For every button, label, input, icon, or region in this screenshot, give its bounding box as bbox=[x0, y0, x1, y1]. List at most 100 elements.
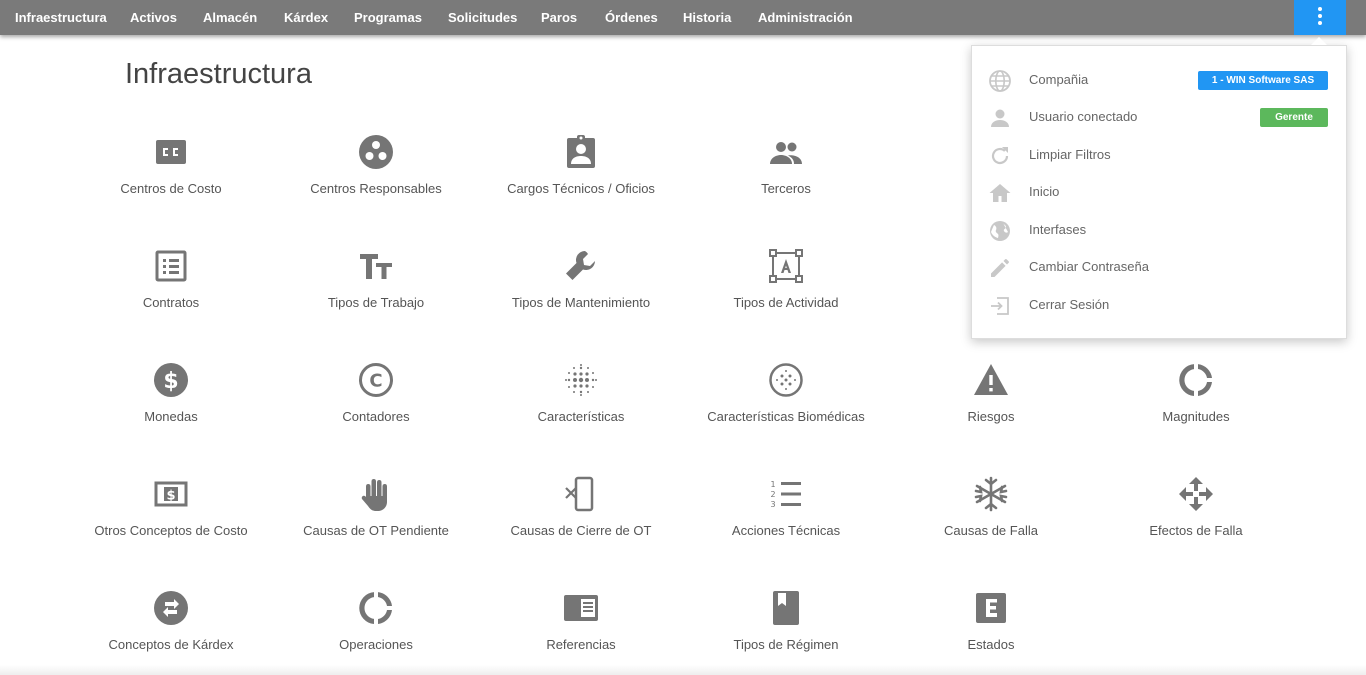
tile-label: Magnitudes bbox=[1162, 409, 1230, 424]
tile-tipos-de-trabajo[interactable]: Tipos de Trabajo bbox=[276, 238, 476, 328]
tile-centros-responsables[interactable]: Centros Responsables bbox=[276, 124, 476, 214]
home-icon bbox=[988, 181, 1012, 205]
tile-causas-de-falla[interactable]: Causas de Falla bbox=[891, 466, 1091, 556]
tile-tipos-de-regimen[interactable]: Tipos de Régimen bbox=[686, 580, 886, 670]
nav-item-activos[interactable]: Activos bbox=[130, 0, 177, 35]
list-alt-icon bbox=[153, 248, 189, 284]
menu-item-inicio[interactable]: Inicio bbox=[972, 174, 1346, 210]
menu-item-usuario-conectado[interactable]: Usuario conectado Gerente bbox=[972, 99, 1346, 135]
menu-item-label: Interfases bbox=[1029, 222, 1087, 237]
more-menu-button[interactable] bbox=[1294, 0, 1346, 35]
chrome-reader-icon bbox=[563, 590, 599, 626]
tile-label: Riesgos bbox=[967, 409, 1015, 424]
tile-causas-cierre-ot[interactable]: Causas de Cierre de OT bbox=[481, 466, 681, 556]
tile-label: Operaciones bbox=[339, 637, 413, 652]
public-icon bbox=[988, 219, 1012, 243]
tile-acciones-tecnicas[interactable]: 1 2 3 Acciones Técnicas bbox=[686, 466, 886, 556]
tile-cargos-tecnicos[interactable]: Cargos Técnicos / Oficios bbox=[481, 124, 681, 214]
tile-label: Tipos de Trabajo bbox=[327, 295, 425, 310]
move-arrows-icon bbox=[1178, 476, 1214, 512]
tile-label: Efectos de Falla bbox=[1149, 523, 1243, 538]
tile-caracteristicas[interactable]: Características bbox=[481, 352, 681, 442]
tile-label: Tipos de Actividad bbox=[733, 295, 839, 310]
tile-caracteristicas-biomedicas[interactable]: Características Biomédicas bbox=[686, 352, 886, 442]
hand-icon bbox=[358, 476, 394, 512]
tile-label: Causas de Falla bbox=[944, 523, 1038, 538]
wrench-icon bbox=[563, 248, 599, 284]
nav-item-historia[interactable]: Historia bbox=[683, 0, 731, 35]
menu-item-compania[interactable]: Compañia 1 - WIN Software SAS bbox=[972, 62, 1346, 98]
tile-efectos-de-falla[interactable]: Efectos de Falla bbox=[1096, 466, 1296, 556]
svg-text:$: $ bbox=[163, 369, 178, 394]
pencil-icon bbox=[988, 256, 1012, 280]
svg-text:$: $ bbox=[166, 489, 175, 504]
assignment-ind-icon bbox=[563, 134, 599, 170]
tile-label: Causas de Cierre de OT bbox=[510, 523, 652, 538]
logout-icon bbox=[988, 294, 1012, 318]
donut-icon bbox=[1178, 362, 1214, 398]
tile-monedas[interactable]: $ Monedas bbox=[71, 352, 271, 442]
nav-item-almacen[interactable]: Almacén bbox=[203, 0, 257, 35]
tile-terceros[interactable]: Terceros bbox=[686, 124, 886, 214]
menu-item-interfases[interactable]: Interfases bbox=[972, 212, 1346, 248]
nav-item-paros[interactable]: Paros bbox=[541, 0, 577, 35]
tile-estados[interactable]: Estados bbox=[891, 580, 1091, 670]
menu-item-label: Cerrar Sesión bbox=[1029, 297, 1110, 312]
bookmark-book-icon bbox=[768, 590, 804, 626]
dropdown-caret bbox=[1311, 37, 1327, 45]
tile-label: Centros de Costo bbox=[120, 181, 222, 196]
menu-item-limpiar-filtros[interactable]: Limpiar Filtros bbox=[972, 137, 1346, 173]
data-usage-icon bbox=[358, 590, 394, 626]
page-bottom-edge bbox=[0, 665, 1366, 675]
tile-label: Contadores bbox=[342, 409, 410, 424]
money-icon: $ bbox=[153, 476, 189, 512]
nav-item-solicitudes[interactable]: Solicitudes bbox=[448, 0, 517, 35]
svg-text:C: C bbox=[369, 371, 382, 392]
tile-label: Terceros bbox=[761, 181, 811, 196]
group-work-icon bbox=[358, 134, 394, 170]
blur-circular-icon bbox=[768, 362, 804, 398]
tile-magnitudes[interactable]: Magnitudes bbox=[1096, 352, 1296, 442]
refresh-icon bbox=[988, 144, 1012, 168]
menu-item-label: Usuario conectado bbox=[1029, 109, 1138, 124]
menu-item-cambiar-contrasena[interactable]: Cambiar Contraseña bbox=[972, 249, 1346, 285]
tile-operaciones[interactable]: Operaciones bbox=[276, 580, 476, 670]
tile-contratos[interactable]: Contratos bbox=[71, 238, 271, 328]
nav-item-ordenes[interactable]: Órdenes bbox=[605, 0, 658, 35]
menu-item-cerrar-sesion[interactable]: Cerrar Sesión bbox=[972, 287, 1346, 323]
cc-icon bbox=[153, 134, 189, 170]
format-list-numbered-icon: 1 2 3 bbox=[768, 476, 804, 512]
menu-item-label: Compañia bbox=[1029, 72, 1089, 87]
blur-on-icon bbox=[563, 362, 599, 398]
warning-icon bbox=[973, 362, 1009, 398]
nav-item-programas[interactable]: Programas bbox=[354, 0, 422, 35]
tile-causas-ot-pendiente[interactable]: Causas de OT Pendiente bbox=[276, 466, 476, 556]
svg-text:2: 2 bbox=[770, 490, 775, 499]
tile-label: Otros Conceptos de Costo bbox=[94, 523, 248, 538]
tile-label: Características Biomédicas bbox=[707, 409, 865, 424]
tile-contadores[interactable]: C Contadores bbox=[276, 352, 476, 442]
globe-icon bbox=[988, 69, 1012, 93]
nav-item-kardex[interactable]: Kárdex bbox=[284, 0, 328, 35]
tile-label: Causas de OT Pendiente bbox=[303, 523, 449, 538]
tile-referencias[interactable]: Referencias bbox=[481, 580, 681, 670]
snowflake-icon bbox=[973, 476, 1009, 512]
tile-label: Referencias bbox=[546, 637, 616, 652]
company-badge: 1 - WIN Software SAS bbox=[1198, 71, 1328, 90]
tile-label: Características bbox=[537, 409, 625, 424]
tile-tipos-de-mantenimiento[interactable]: Tipos de Mantenimiento bbox=[481, 238, 681, 328]
role-badge: Gerente bbox=[1260, 108, 1328, 127]
nav-item-administracion[interactable]: Administración bbox=[758, 0, 853, 35]
tile-conceptos-de-kardex[interactable]: Conceptos de Kárdex bbox=[71, 580, 271, 670]
tile-tipos-de-actividad[interactable]: Tipos de Actividad bbox=[686, 238, 886, 328]
top-navbar: Infraestructura Activos Almacén Kárdex P… bbox=[0, 0, 1366, 35]
tile-label: Cargos Técnicos / Oficios bbox=[507, 181, 655, 196]
tile-riesgos[interactable]: Riesgos bbox=[891, 352, 1091, 442]
tile-centros-de-costo[interactable]: Centros de Costo bbox=[71, 124, 271, 214]
tile-label: Contratos bbox=[142, 295, 200, 310]
swap-circle-icon bbox=[153, 590, 189, 626]
tile-label: Estados bbox=[967, 637, 1015, 652]
tile-otros-conceptos-de-costo[interactable]: $ Otros Conceptos de Costo bbox=[71, 466, 271, 556]
nav-item-infraestructura[interactable]: Infraestructura bbox=[15, 0, 107, 35]
letter-e-icon bbox=[973, 590, 1009, 626]
